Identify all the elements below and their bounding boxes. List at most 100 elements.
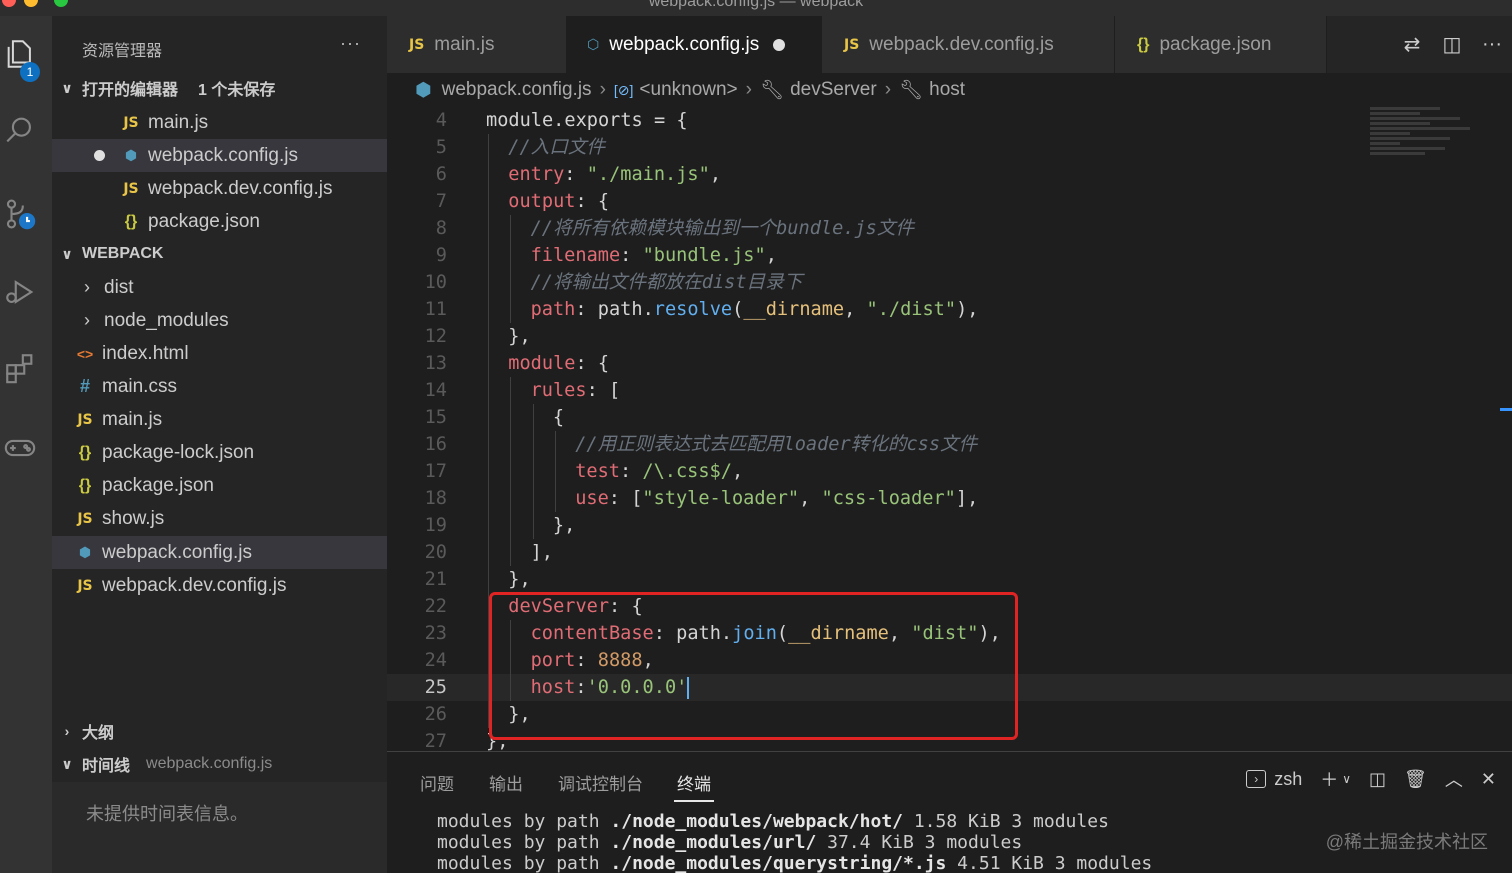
file-item[interactable]: JS show.js <box>52 502 387 535</box>
tab-main-js[interactable]: JS main.js <box>387 16 567 73</box>
tab-label: webpack.config.js <box>609 33 760 55</box>
line-number: 14 <box>424 380 447 401</box>
code-line[interactable]: 13 module: { <box>387 350 1512 377</box>
code-line[interactable]: 19}, <box>387 512 1512 539</box>
trash-icon[interactable]: 🗑︎ <box>1404 769 1427 790</box>
chevron-right-icon: › <box>84 310 90 330</box>
open-editors-label: 打开的编辑器 <box>82 82 179 99</box>
breadcrumb-label: <unknown> <box>639 79 738 100</box>
file-item-selected[interactable]: ⬢ webpack.config.js <box>52 536 387 569</box>
open-editor-label: webpack.dev.config.js <box>148 177 333 199</box>
indent-guide <box>488 242 489 269</box>
open-editor-item[interactable]: JS main.js <box>52 106 387 139</box>
tab-debug-console[interactable]: 调试控制台 <box>558 770 643 795</box>
breadcrumb-item[interactable]: [⊘] <unknown> <box>614 79 738 101</box>
file-item[interactable]: JS webpack.dev.config.js <box>52 569 387 602</box>
unsaved-dot-icon[interactable] <box>94 150 105 161</box>
code-line[interactable]: 9 filename: "bundle.js", <box>387 242 1512 269</box>
chevron-down-icon: ∨ <box>61 755 73 772</box>
line-number: 9 <box>435 245 447 266</box>
tab-package-json[interactable]: {} package.json <box>1115 16 1327 73</box>
code-line[interactable]: 8 //将所有依赖模块输出到一个bundle.js文件 <box>387 215 1512 242</box>
split-editor-icon[interactable]: ◫ <box>1432 32 1472 57</box>
code-text: module: { <box>508 353 610 374</box>
line-number: 10 <box>424 272 447 293</box>
tab-problems[interactable]: 问题 <box>420 770 454 795</box>
compare-changes-icon[interactable]: ⇄ <box>1392 32 1432 57</box>
code-line[interactable]: 17 test: /\.css$/, <box>387 458 1512 485</box>
tab-webpack-config[interactable]: ⬡ webpack.config.js <box>567 16 822 73</box>
open-editor-item[interactable]: JS webpack.dev.config.js <box>52 172 387 205</box>
js-file-icon: JS <box>844 36 860 53</box>
line-number: 21 <box>424 569 447 590</box>
tab-webpack-dev-config[interactable]: JS webpack.dev.config.js <box>822 16 1115 73</box>
open-editor-label: package.json <box>148 210 260 232</box>
line-number: 19 <box>424 515 447 536</box>
indent-guide <box>510 431 512 458</box>
file-item[interactable]: JS main.js <box>52 403 387 436</box>
indent-guide <box>488 377 489 404</box>
run-debug-icon[interactable] <box>0 268 40 316</box>
terminal-shell-selector[interactable]: › zsh <box>1246 769 1302 790</box>
breadcrumb-item[interactable]: 🔧︎ host <box>899 78 965 102</box>
line-number: 7 <box>435 191 447 212</box>
code-line[interactable]: 11 path: path.resolve(__dirname, "./dist"… <box>387 296 1512 323</box>
code-line[interactable]: 4 module.exports = { <box>387 107 1512 134</box>
breadcrumb-item[interactable]: ⬢ webpack.config.js <box>415 79 592 102</box>
file-item[interactable]: # main.css <box>52 370 387 403</box>
folder-item[interactable]: › dist <box>52 271 387 304</box>
file-item[interactable]: <> index.html <box>52 337 387 370</box>
folder-item[interactable]: › node_modules <box>52 304 387 337</box>
line-number: 8 <box>435 218 447 239</box>
timeline-header[interactable]: ∨ 时间线 webpack.config.js <box>52 749 387 779</box>
unsaved-dot-icon[interactable] <box>773 38 786 51</box>
code-line[interactable]: 20], <box>387 539 1512 566</box>
indent-guide <box>510 377 512 404</box>
indent-guide <box>554 485 556 512</box>
extensions-icon[interactable] <box>0 344 40 392</box>
project-header[interactable]: ∨ WEBPACK <box>52 239 387 269</box>
source-control-icon[interactable] <box>0 190 40 238</box>
code-line[interactable]: 7 output: { <box>387 188 1512 215</box>
scrollbar-marker[interactable] <box>1500 408 1512 411</box>
open-editors-header[interactable]: ∨ 打开的编辑器 1 个未保存 <box>52 73 387 103</box>
tab-output[interactable]: 输出 <box>489 770 523 795</box>
active-tab-indicator <box>674 800 714 802</box>
timeline-body <box>52 782 387 873</box>
indent-guide <box>488 404 489 431</box>
open-editor-item[interactable]: ⬢ webpack.config.js <box>52 139 387 172</box>
line-number: 18 <box>424 488 447 509</box>
open-editor-item[interactable]: {} package.json <box>52 205 387 238</box>
search-icon[interactable] <box>0 106 40 154</box>
code-line[interactable]: 5 //入口文件 <box>387 134 1512 161</box>
file-label: node_modules <box>104 309 229 331</box>
code-line[interactable]: 21}, <box>387 566 1512 593</box>
code-line[interactable]: 18 use: ["style-loader", "css-loader"], <box>387 485 1512 512</box>
outline-header[interactable]: › 大纲 <box>52 716 387 746</box>
maximize-panel-icon[interactable]: ︿ <box>1445 766 1463 792</box>
indent-guide <box>510 215 512 242</box>
indent-guide <box>488 431 489 458</box>
breadcrumb-item[interactable]: 🔧︎ devServer <box>760 78 877 102</box>
code-line[interactable]: 6 entry: "./main.js", <box>387 161 1512 188</box>
file-item[interactable]: {} package.json <box>52 469 387 502</box>
code-line[interactable]: 10 //将输出文件都放在dist目录下 <box>387 269 1512 296</box>
more-actions-icon[interactable]: ··· <box>1472 33 1512 56</box>
code-line[interactable]: 16 //用正则表达式去匹配用loader转化的css文件 <box>387 431 1512 458</box>
tab-terminal[interactable]: 终端 <box>677 770 711 795</box>
more-actions-icon[interactable]: ··· <box>340 33 361 54</box>
new-terminal-button[interactable]: ＋ ∨ <box>1320 766 1351 792</box>
indent-guide <box>488 539 489 566</box>
line-number: 15 <box>424 407 447 428</box>
indent-guide <box>510 269 512 296</box>
open-editor-label: webpack.config.js <box>148 144 298 166</box>
code-line[interactable]: 12}, <box>387 323 1512 350</box>
minimap[interactable] <box>1370 107 1500 197</box>
code-line[interactable]: 15 { <box>387 404 1512 431</box>
gamepad-icon[interactable] <box>0 424 40 472</box>
code-line[interactable]: 14 rules: [ <box>387 377 1512 404</box>
split-terminal-icon[interactable]: ◫ <box>1369 769 1386 790</box>
close-panel-icon[interactable]: ✕ <box>1481 769 1496 790</box>
project-label: WEBPACK <box>82 245 164 262</box>
file-item[interactable]: {} package-lock.json <box>52 436 387 469</box>
